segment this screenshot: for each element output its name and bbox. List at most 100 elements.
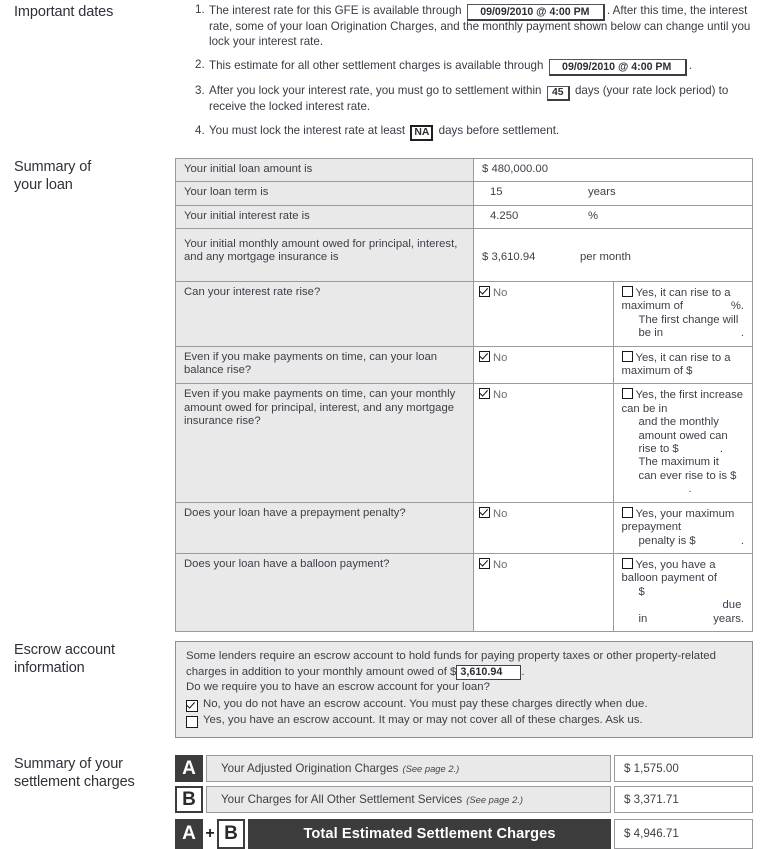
- balloon-payment-yes-cell[interactable]: Yes, you have a balloon payment of $ due…: [612, 552, 753, 632]
- loan-summary-table: Your initial loan amount is $ 480,000.00…: [175, 157, 753, 632]
- monthly-amount-value: 3,610.94: [491, 251, 536, 263]
- escrow-label-line2: information: [14, 659, 85, 676]
- summary-of-loan-label: Summary of your loan: [0, 158, 175, 194]
- payment-rise-no-label: No: [493, 389, 508, 402]
- balance-rise-yes-cell[interactable]: Yes, it can rise to a maximum of $: [612, 345, 753, 385]
- prepayment-penalty-no-label: No: [493, 507, 508, 520]
- charge-b-description: Your Charges for All Other Settlement Se…: [221, 792, 463, 806]
- balloon-payment-yes-line1: Yes, you have a balloon payment of: [621, 558, 717, 585]
- payment-rise-yes-line4-row: can ever rise to is $ .: [622, 470, 745, 497]
- escrow-yes-label: Yes, you have an escrow account. It may …: [203, 714, 643, 727]
- important-dates-list: The interest rate for this GFE is availa…: [175, 3, 761, 141]
- balance-rise-no-label: No: [493, 351, 508, 364]
- badge-total-b: B: [217, 818, 245, 849]
- loan-term-value-row: 15 years: [482, 186, 744, 199]
- date-2-text-after: .: [688, 59, 692, 73]
- escrow-monthly-amount-field[interactable]: 3,610.94: [456, 664, 522, 680]
- date-1-text-before: The interest rate for this GFE is availa…: [209, 4, 462, 17]
- payment-rise-question: Even if you make payments on time, can y…: [175, 383, 474, 503]
- loan-term-question: Your loan term is: [175, 181, 474, 206]
- escrow-no-checkbox[interactable]: [186, 699, 198, 712]
- loan-term-unit: years: [588, 186, 616, 199]
- interest-rate-number: 4.250: [490, 209, 519, 222]
- table-row-rate-rise: Can your interest rate rise? No Yes, it …: [175, 281, 753, 347]
- loan-amount-value: $ 480,000.00: [482, 163, 550, 176]
- date-4-text-before: You must lock the interest rate at least: [209, 123, 406, 137]
- escrow-intro-before: Some lenders require an escrow account t…: [186, 649, 716, 678]
- settlement-charges-label-line1: Summary of your: [14, 755, 123, 772]
- rate-rise-no-label: No: [493, 287, 508, 299]
- payment-rise-yes-cell[interactable]: Yes, the first increase can be in and th…: [612, 383, 753, 503]
- badge-a: A: [175, 754, 203, 782]
- interest-rate-value-row: 4.250 %: [482, 210, 744, 223]
- prepayment-penalty-yes-line2: penalty is $: [638, 534, 696, 547]
- payment-rise-line4-suffix: .: [688, 483, 692, 496]
- charge-a-note: (See page 2.): [402, 762, 460, 774]
- settlement-charges-available-through-date-field[interactable]: 09/09/2010 @ 4:00 PM: [548, 59, 687, 77]
- date-3-text-before: After you lock your interest rate, you m…: [209, 84, 542, 98]
- escrow-option-no[interactable]: No, you do not have an escrow account. Y…: [186, 697, 742, 713]
- payment-rise-no-cell[interactable]: No: [473, 383, 614, 503]
- balance-rise-no-cell[interactable]: No: [473, 345, 614, 385]
- lock-days-before-settlement-field[interactable]: NA: [410, 124, 434, 141]
- rate-rise-question: Can your interest rate rise?: [175, 281, 474, 347]
- loan-amount-number: 480,000.00: [491, 162, 548, 175]
- table-row-charge-a: A Your Adjusted Origination Charges (See…: [175, 754, 753, 782]
- monthly-amount-number: $ 3,610.94: [482, 251, 580, 264]
- prepayment-penalty-yes-line1: Yes, your maximum prepayment: [621, 507, 735, 534]
- balloon-payment-no-label: No: [493, 558, 508, 571]
- balloon-payment-yes-checkbox[interactable]: [621, 557, 633, 569]
- balloon-payment-no-checkbox[interactable]: [479, 557, 490, 569]
- balloon-payment-question: Does your loan have a balloon payment?: [175, 552, 474, 632]
- escrow-body: Some lenders require an escrow account t…: [175, 640, 761, 738]
- balance-rise-no-checkbox[interactable]: [479, 350, 490, 362]
- balloon-payment-no-cell[interactable]: No: [473, 552, 614, 632]
- escrow-question: Do we require you to have an escrow acco…: [186, 681, 490, 694]
- rate-rise-no-cell[interactable]: No: [473, 281, 614, 347]
- payment-rise-yes-checkbox[interactable]: [621, 388, 633, 400]
- balance-rise-question: Even if you make payments on time, can y…: [175, 345, 474, 385]
- prepayment-penalty-question: Does your loan have a prepayment penalty…: [175, 501, 474, 554]
- table-row-loan-term: Your loan term is 15 years: [175, 181, 753, 206]
- escrow-intro-after: .: [521, 665, 525, 678]
- rate-rise-no-checkbox[interactable]: [479, 286, 490, 297]
- settlement-days-field[interactable]: 45: [546, 86, 570, 102]
- rate-rise-yes-checkbox[interactable]: [621, 286, 633, 297]
- escrow-yes-checkbox[interactable]: [186, 716, 198, 729]
- badge-total-a: A: [175, 818, 203, 849]
- table-row-balance-rise: Even if you make payments on time, can y…: [175, 345, 753, 385]
- important-date-item-1: The interest rate for this GFE is availa…: [195, 3, 761, 49]
- rate-rise-yes-cell[interactable]: Yes, it can rise to a maximum of %. The …: [612, 281, 753, 347]
- rate-rise-yes-line1: Yes, it can rise to a maximum of: [621, 287, 731, 313]
- monthly-amount-currency: $: [482, 251, 489, 263]
- date-4-text-after: days before settlement.: [438, 123, 560, 137]
- payment-rise-no-checkbox[interactable]: [479, 388, 490, 400]
- rate-rise-line2-suffix: .: [740, 327, 744, 340]
- monthly-amount-unit: per month: [580, 251, 631, 263]
- escrow-info-box: Some lenders require an escrow account t…: [175, 640, 753, 738]
- table-row-total-charges: A + B Total Estimated Settlement Charges…: [175, 818, 753, 849]
- balloon-payment-currency: $: [638, 585, 645, 598]
- balance-rise-yes-checkbox[interactable]: [621, 350, 633, 362]
- escrow-label-line1: Escrow account: [14, 641, 115, 658]
- table-row-balloon-payment: Does your loan have a balloon payment? N…: [175, 552, 753, 632]
- prepayment-penalty-no-cell[interactable]: No: [473, 501, 614, 554]
- badge-b: B: [175, 785, 203, 813]
- table-row-monthly-amount: Your initial monthly amount owed for pri…: [175, 228, 753, 282]
- prepayment-penalty-yes-cell[interactable]: Yes, your maximum prepayment penalty is …: [612, 501, 753, 554]
- payment-rise-yes-line3-row: rise to $ . The maximum it: [622, 443, 745, 470]
- monthly-amount-question: Your initial monthly amount owed for pri…: [175, 228, 474, 282]
- rate-rise-yes-line2-row: The first change will be in .: [622, 314, 745, 341]
- balloon-payment-years-label: years.: [713, 612, 744, 625]
- settlement-charges-body: A Your Adjusted Origination Charges (See…: [175, 754, 761, 849]
- plus-sign-icon: +: [205, 824, 215, 842]
- settlement-charges-table: A Your Adjusted Origination Charges (See…: [175, 754, 753, 849]
- gfe-page-1: Important dates The interest rate for th…: [0, 0, 761, 849]
- prepayment-penalty-yes-checkbox[interactable]: [621, 506, 633, 518]
- prepayment-penalty-no-checkbox[interactable]: [479, 506, 490, 518]
- monthly-amount-value-row: $ 3,610.94 per month: [482, 251, 744, 264]
- rate-available-through-date-field[interactable]: 09/09/2010 @ 4:00 PM: [466, 4, 605, 21]
- table-row-charge-b: B Your Charges for All Other Settlement …: [175, 785, 753, 813]
- escrow-option-yes[interactable]: Yes, you have an escrow account. It may …: [186, 713, 742, 729]
- summary-of-loan-body: Your initial loan amount is $ 480,000.00…: [175, 157, 761, 632]
